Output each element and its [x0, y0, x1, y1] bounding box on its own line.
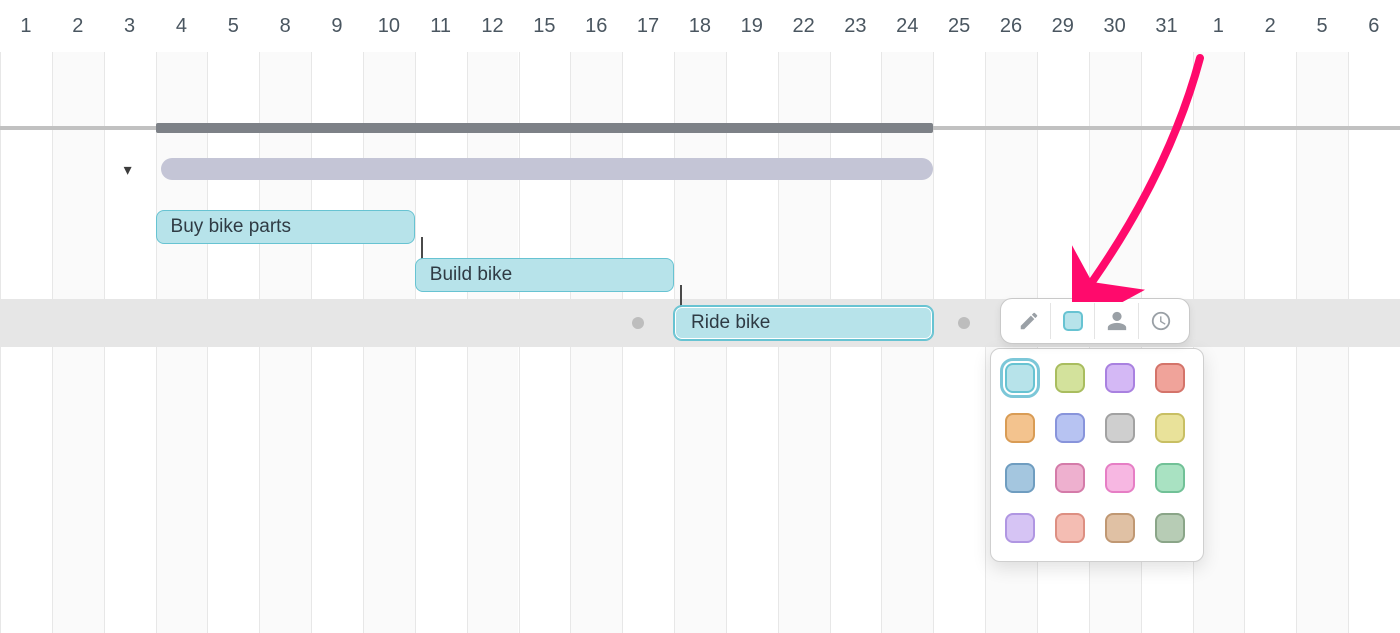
- task-bar-build[interactable]: Build bike: [415, 258, 674, 292]
- color-swatch-steel-blue[interactable]: [1005, 463, 1035, 493]
- color-swatch-grey[interactable]: [1105, 413, 1135, 443]
- date-cell[interactable]: 31: [1141, 0, 1193, 52]
- user-icon: [1106, 310, 1128, 332]
- color-swatch-mint[interactable]: [1155, 463, 1185, 493]
- color-button[interactable]: [1051, 303, 1095, 339]
- assignee-button[interactable]: [1095, 303, 1139, 339]
- date-cell[interactable]: 23: [830, 0, 882, 52]
- color-swatch-coral[interactable]: [1155, 363, 1185, 393]
- color-swatch-lilac[interactable]: [1005, 513, 1035, 543]
- task-row: [0, 251, 1400, 299]
- task-label: Build bike: [430, 264, 512, 286]
- group-collapse-toggle[interactable]: ▾: [124, 160, 132, 180]
- date-cell[interactable]: 11: [415, 0, 467, 52]
- project-baseline: [0, 126, 1400, 130]
- date-cell[interactable]: 4: [156, 0, 208, 52]
- date-cell[interactable]: 2: [52, 0, 104, 52]
- task-bar-buy[interactable]: Buy bike parts: [156, 210, 415, 244]
- date-cell[interactable]: 9: [311, 0, 363, 52]
- clock-icon: [1150, 310, 1172, 332]
- color-swatch-sage[interactable]: [1155, 513, 1185, 543]
- group-summary-bar[interactable]: [161, 158, 934, 180]
- date-cell[interactable]: 1: [0, 0, 52, 52]
- date-cell[interactable]: 18: [674, 0, 726, 52]
- edit-button[interactable]: [1007, 303, 1051, 339]
- date-cell[interactable]: 15: [518, 0, 570, 52]
- task-handle-left[interactable]: [632, 317, 644, 329]
- date-cell[interactable]: 16: [570, 0, 622, 52]
- date-cell[interactable]: 26: [985, 0, 1037, 52]
- color-swatch-tan[interactable]: [1105, 513, 1135, 543]
- color-palette-popover: [990, 348, 1204, 562]
- date-cell[interactable]: 25: [933, 0, 985, 52]
- date-header: 1234589101112151617181922232425262930311…: [0, 0, 1400, 52]
- date-cell[interactable]: 5: [1296, 0, 1348, 52]
- task-toolbar: [1000, 298, 1190, 344]
- date-cell[interactable]: 8: [259, 0, 311, 52]
- date-cell[interactable]: 6: [1348, 0, 1400, 52]
- color-swatch-periwinkle[interactable]: [1055, 413, 1085, 443]
- date-cell[interactable]: 5: [207, 0, 259, 52]
- gantt-chart: 1234589101112151617181922232425262930311…: [0, 0, 1400, 633]
- task-label: Buy bike parts: [171, 216, 291, 238]
- task-bar-ride[interactable]: [674, 306, 933, 340]
- color-swatch-blush[interactable]: [1055, 513, 1085, 543]
- task-handle-right[interactable]: [958, 317, 970, 329]
- pencil-icon: [1018, 310, 1040, 332]
- date-cell[interactable]: 29: [1037, 0, 1089, 52]
- color-swatch-orange[interactable]: [1005, 413, 1035, 443]
- color-chip-icon: [1063, 311, 1083, 331]
- date-cell[interactable]: 3: [104, 0, 156, 52]
- date-cell[interactable]: 17: [622, 0, 674, 52]
- date-cell[interactable]: 10: [363, 0, 415, 52]
- color-swatch-rose[interactable]: [1055, 463, 1085, 493]
- color-swatch-pink[interactable]: [1105, 463, 1135, 493]
- task-label-input[interactable]: [689, 311, 918, 335]
- date-cell[interactable]: 19: [726, 0, 778, 52]
- duration-button[interactable]: [1139, 303, 1183, 339]
- color-swatch-lime[interactable]: [1055, 363, 1085, 393]
- date-cell[interactable]: 2: [1244, 0, 1296, 52]
- date-cell[interactable]: 24: [881, 0, 933, 52]
- project-baseline-active: [156, 123, 934, 133]
- color-swatch-lavender[interactable]: [1105, 363, 1135, 393]
- color-swatch-yellow[interactable]: [1155, 413, 1185, 443]
- color-swatch-cyan[interactable]: [1005, 363, 1035, 393]
- date-cell[interactable]: 12: [467, 0, 519, 52]
- date-cell[interactable]: 22: [778, 0, 830, 52]
- date-cell[interactable]: 1: [1192, 0, 1244, 52]
- date-cell[interactable]: 30: [1089, 0, 1141, 52]
